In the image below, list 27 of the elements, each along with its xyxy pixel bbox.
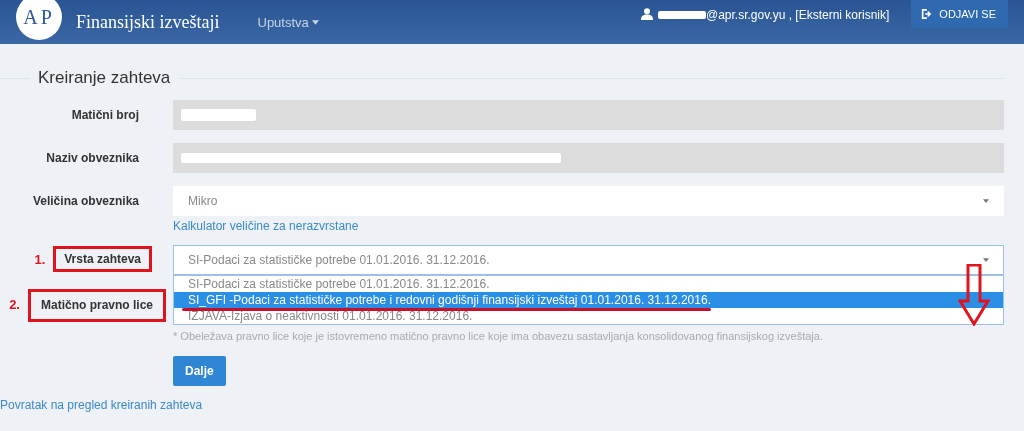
select-field[interactable]: SI-Podaci za statističke potrebe 01.01.2016. 31.12.2016.: [173, 245, 1004, 275]
field-label: Matično pravno lice: [27, 289, 166, 322]
caret-icon: [311, 19, 319, 25]
user-icon: [641, 8, 653, 20]
user-email: @apr.sr.gov.yu , [Eksterni korisnik]: [706, 8, 890, 22]
select-field[interactable]: Mikro: [173, 186, 1004, 216]
field-label: Matični broj: [71, 107, 140, 124]
field-label: Naziv obveznika: [46, 150, 140, 167]
dropdown-option[interactable]: SI_GFI -Podaci za statističke potrebe i redovni godišnji finansijski izveštaj 01.01.2016. 31.12.2016.: [174, 292, 1003, 308]
caret-icon: [983, 199, 989, 203]
app-title: Finansijski izveštaji: [76, 11, 220, 33]
logout-icon: [921, 9, 932, 19]
step-number: 1.: [34, 251, 46, 269]
menu-link[interactable]: Uputstva: [257, 14, 319, 30]
calculator-link[interactable]: Kalkulator veličine za nerazvrstane: [173, 219, 359, 233]
form-heading: Kreiranje zahteva: [38, 68, 171, 88]
caret-icon: [983, 258, 989, 262]
field-label: Vrsta zahteva: [53, 246, 152, 272]
field-label: Veličina obveznika: [32, 193, 140, 210]
help-text: * Obeležava pravno lice koje je istovremeno matično pravno lice koje ima obavezu sastavljanja konsolidovanog finansijskog izveštaja.: [173, 330, 823, 342]
dropdown-option[interactable]: SI-Podaci za statističke potrebe 01.01.2016. 31.12.2016.: [174, 276, 1003, 292]
logo-icon: AP: [14, 0, 64, 42]
next-button[interactable]: Dalje: [173, 356, 226, 386]
dropdown-option[interactable]: IZJAVA-Izjava o neaktivnosti 01.01.2016. 31.12.2016.: [174, 308, 1003, 324]
logout-button[interactable]: ODJAVI SE: [911, 0, 1008, 28]
step-number: 2.: [9, 296, 20, 314]
back-link[interactable]: Povratak na pregled kreiranih zahteva: [0, 398, 203, 412]
